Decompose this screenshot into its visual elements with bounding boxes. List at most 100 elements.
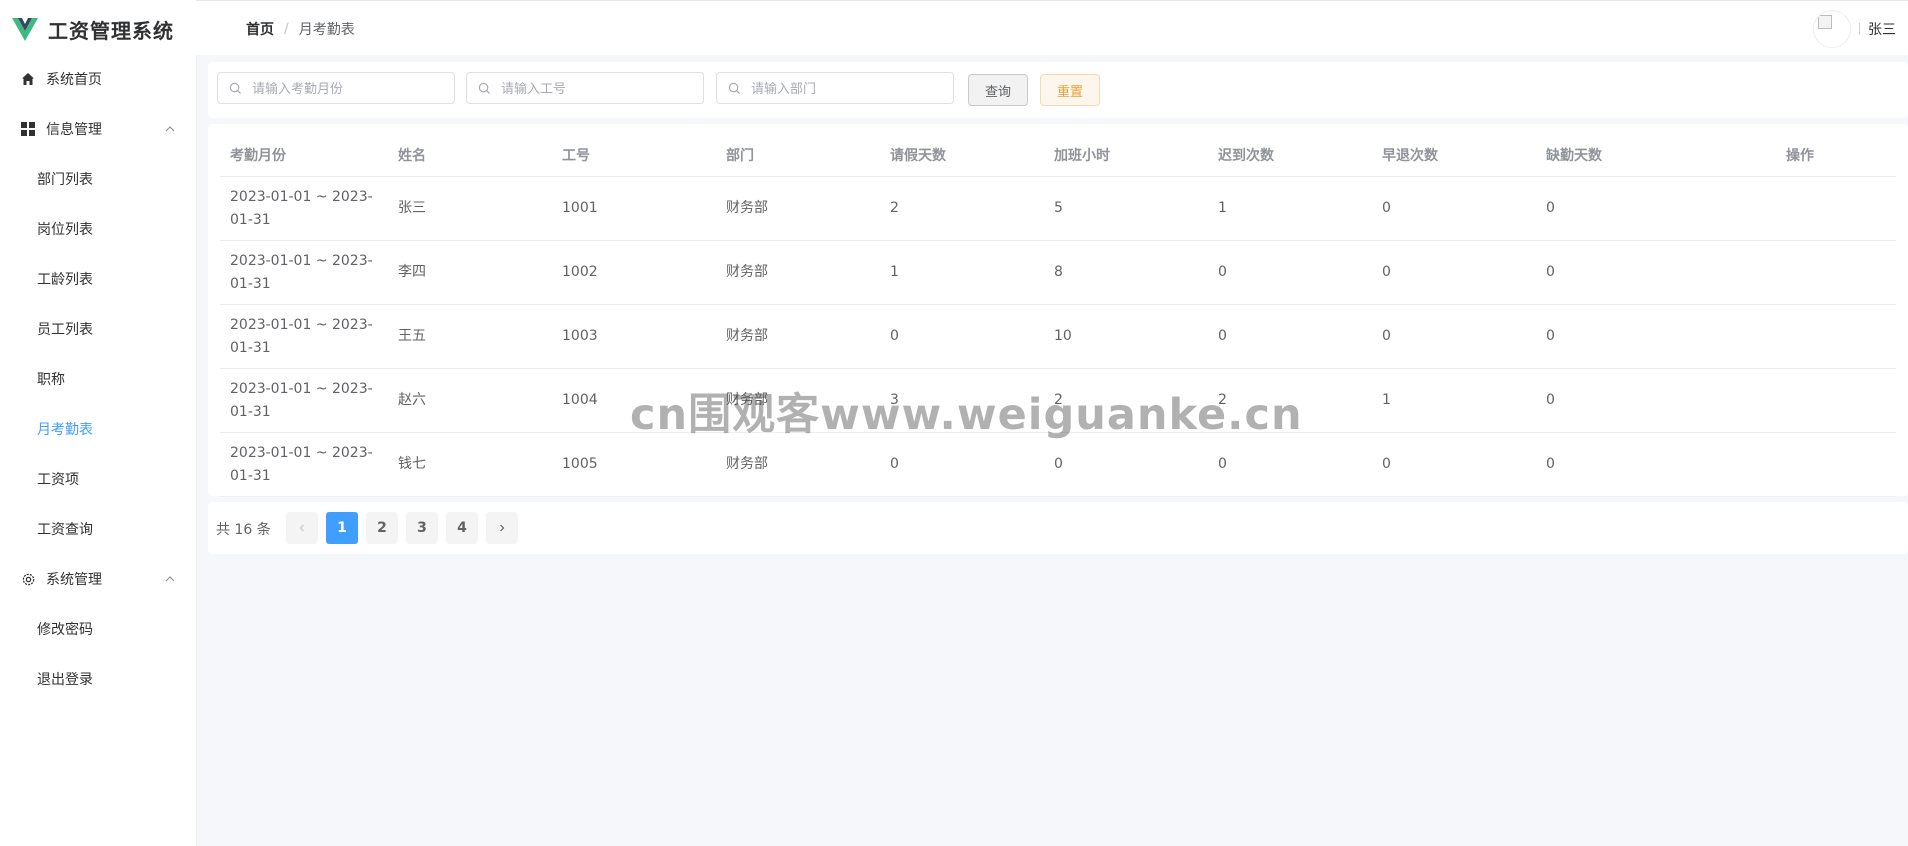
chevron-right-icon xyxy=(500,524,505,532)
table-cell: 财务部 xyxy=(726,456,768,472)
sidebar-item-label: 信息管理 xyxy=(46,122,102,138)
page-button[interactable]: 3 xyxy=(406,512,438,544)
page-button[interactable]: 2 xyxy=(366,512,398,544)
table-cell: 0 xyxy=(1382,264,1391,280)
table-cell: 张三 xyxy=(398,200,426,216)
app-title: 工资管理系统 xyxy=(48,18,174,43)
table-cell: 2023-01-01 ~ 2023-01-31 xyxy=(230,188,373,228)
reset-button[interactable]: 重置 xyxy=(1040,74,1100,106)
table-cell: 1003 xyxy=(562,328,598,344)
table-row: 2023-01-01 ~ 2023-01-31 张三 1001 财务部 2 5 1 0 0 xyxy=(220,177,1896,241)
sidebar-item-home[interactable]: 系统首页 xyxy=(0,54,196,104)
table-cell: 财务部 xyxy=(726,264,768,280)
table-body: 2023-01-01 ~ 2023-01-31 张三 1001 财务部 2 5 1 0 0 202… xyxy=(220,177,1896,497)
sidebar-item-salary-items[interactable]: 工资项 xyxy=(0,454,196,504)
query-button[interactable]: 查询 xyxy=(968,74,1028,106)
table-cell: 1 xyxy=(1218,200,1227,216)
sidebar-item-logout[interactable]: 退出登录 xyxy=(0,654,196,704)
chevron-left-icon xyxy=(299,524,304,532)
table-cell: 0 xyxy=(1382,328,1391,344)
prev-page-button[interactable] xyxy=(286,512,318,544)
column-header: 迟到次数 xyxy=(1218,148,1274,164)
attendance-table: 考勤月份 姓名 工号 部门 请假天数 加班小时 迟到次数 早退次数 缺勤天数 操… xyxy=(220,134,1896,497)
id-search-input[interactable] xyxy=(499,73,699,105)
table-cell: 2023-01-01 ~ 2023-01-31 xyxy=(230,316,373,356)
column-header: 姓名 xyxy=(398,148,426,164)
divider xyxy=(1859,23,1860,35)
table-cell: 0 xyxy=(1382,456,1391,472)
sidebar-item-title[interactable]: 职称 xyxy=(0,354,196,404)
sidebar-group-system[interactable]: 系统管理 xyxy=(0,554,196,604)
table-cell: 0 xyxy=(1546,392,1555,408)
table-cell: 8 xyxy=(1054,264,1063,280)
table-cell: 1002 xyxy=(562,264,598,280)
table-cell: 李四 xyxy=(398,264,426,280)
sidebar-item-change-password[interactable]: 修改密码 xyxy=(0,604,196,654)
table-cell: 2023-01-01 ~ 2023-01-31 xyxy=(230,252,373,292)
column-header: 请假天数 xyxy=(890,148,946,164)
sidebar-item-label: 系统管理 xyxy=(46,572,102,588)
sidebar-menu: 系统首页 信息管理 部门列表 岗位列表 工龄列表 员工列表 职称 月考勤表 工资… xyxy=(0,54,196,704)
column-header: 缺勤天数 xyxy=(1546,148,1602,164)
table-cell: 10 xyxy=(1054,328,1072,344)
table-row: 2023-01-01 ~ 2023-01-31 王五 1003 财务部 0 10 0 0 0 xyxy=(220,305,1896,369)
sidebar-item-monthly-attendance[interactable]: 月考勤表 xyxy=(0,404,196,454)
sidebar-item-seniority-list[interactable]: 工龄列表 xyxy=(0,254,196,304)
search-icon xyxy=(229,82,242,95)
table-cell: 0 xyxy=(1546,328,1555,344)
search-icon xyxy=(478,82,491,95)
page-button[interactable]: 1 xyxy=(326,512,358,544)
table-cell: 0 xyxy=(1054,456,1063,472)
row-actions-cell xyxy=(1776,241,1896,304)
chevron-up-icon xyxy=(165,576,175,582)
row-actions-cell xyxy=(1776,305,1896,368)
table-cell: 赵六 xyxy=(398,392,426,408)
dept-search-box[interactable] xyxy=(716,72,954,105)
broken-image-icon xyxy=(1818,15,1832,29)
column-header: 加班小时 xyxy=(1054,148,1110,164)
chevron-up-icon xyxy=(165,126,175,132)
id-search-box[interactable] xyxy=(466,72,704,105)
table-cell: 0 xyxy=(1546,264,1555,280)
column-header: 早退次数 xyxy=(1382,148,1438,164)
user-name[interactable]: 张三 xyxy=(1868,19,1896,39)
page-button[interactable]: 4 xyxy=(446,512,478,544)
column-header: 工号 xyxy=(562,148,590,164)
home-icon xyxy=(20,71,36,87)
pagination: 共 16 条 1 2 3 4 xyxy=(208,502,1908,554)
table-row: 2023-01-01 ~ 2023-01-31 李四 1002 财务部 1 8 0 0 0 xyxy=(220,241,1896,305)
table-cell: 1 xyxy=(890,264,899,280)
row-actions-cell xyxy=(1776,177,1896,240)
dept-search-input[interactable] xyxy=(749,73,949,105)
sidebar-group-info[interactable]: 信息管理 xyxy=(0,104,196,154)
table-cell: 2023-01-01 ~ 2023-01-31 xyxy=(230,380,373,420)
month-search-input[interactable] xyxy=(250,73,450,105)
table-cell: 2023-01-01 ~ 2023-01-31 xyxy=(230,444,373,484)
column-header: 操作 xyxy=(1786,148,1814,164)
table-cell: 0 xyxy=(1546,456,1555,472)
app-logo: 工资管理系统 xyxy=(12,14,174,44)
gear-icon xyxy=(20,571,36,587)
sidebar: 工资管理系统 系统首页 信息管理 部门列表 岗位列表 工龄列表 员工列表 职称 … xyxy=(0,0,197,846)
sidebar-item-employee-list[interactable]: 员工列表 xyxy=(0,304,196,354)
next-page-button[interactable] xyxy=(486,512,518,544)
table-cell: 1005 xyxy=(562,456,598,472)
breadcrumb: 首页 / 月考勤表 xyxy=(246,19,355,39)
table-header: 考勤月份 姓名 工号 部门 请假天数 加班小时 迟到次数 早退次数 缺勤天数 操… xyxy=(220,134,1896,177)
breadcrumb-separator: / xyxy=(284,21,289,37)
sidebar-item-dept-list[interactable]: 部门列表 xyxy=(0,154,196,204)
avatar[interactable] xyxy=(1813,10,1851,48)
row-actions-cell xyxy=(1776,369,1896,432)
vue-logo-icon xyxy=(12,18,38,41)
month-search-box[interactable] xyxy=(217,72,455,105)
table-cell: 0 xyxy=(1546,200,1555,216)
sidebar-item-position-list[interactable]: 岗位列表 xyxy=(0,204,196,254)
table-cell: 0 xyxy=(890,456,899,472)
table-cell: 财务部 xyxy=(726,200,768,216)
user-menu[interactable]: 张三 xyxy=(1813,10,1896,48)
breadcrumb-home[interactable]: 首页 xyxy=(246,19,274,39)
table-cell: 0 xyxy=(1218,456,1227,472)
sidebar-item-salary-query[interactable]: 工资查询 xyxy=(0,504,196,554)
row-actions-cell xyxy=(1776,433,1896,496)
table-cell: 0 xyxy=(1218,264,1227,280)
